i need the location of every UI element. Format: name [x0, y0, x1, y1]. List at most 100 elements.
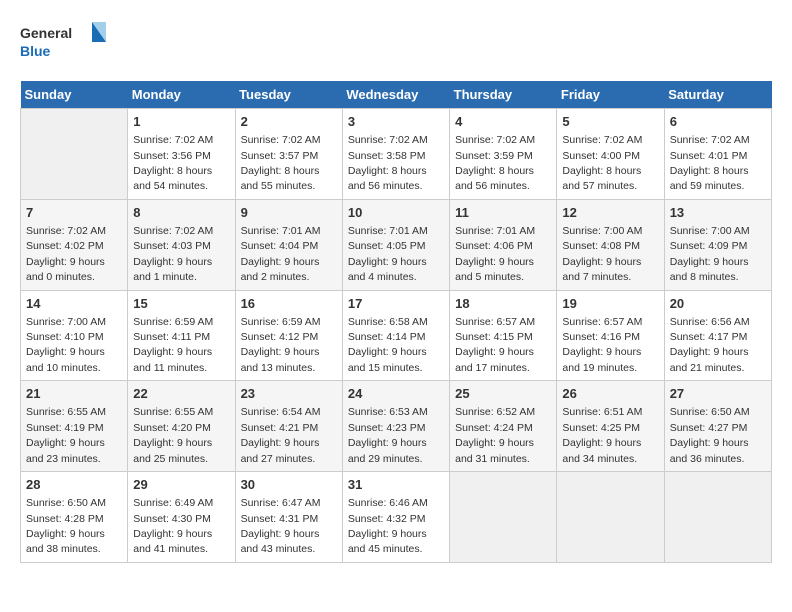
calendar-cell: 28 Sunrise: 6:50 AMSunset: 4:28 PMDaylig…	[21, 472, 128, 563]
day-info: Sunrise: 7:01 AMSunset: 4:06 PMDaylight:…	[455, 225, 535, 283]
day-number: 24	[348, 385, 444, 403]
weekday-header-friday: Friday	[557, 81, 664, 109]
calendar-cell: 22 Sunrise: 6:55 AMSunset: 4:20 PMDaylig…	[128, 381, 235, 472]
calendar-cell	[557, 472, 664, 563]
day-info: Sunrise: 7:00 AMSunset: 4:10 PMDaylight:…	[26, 316, 106, 374]
calendar-week-row: 7 Sunrise: 7:02 AMSunset: 4:02 PMDayligh…	[21, 199, 772, 290]
day-number: 30	[241, 476, 337, 494]
weekday-header-sunday: Sunday	[21, 81, 128, 109]
calendar-cell: 23 Sunrise: 6:54 AMSunset: 4:21 PMDaylig…	[235, 381, 342, 472]
day-info: Sunrise: 6:56 AMSunset: 4:17 PMDaylight:…	[670, 316, 750, 374]
day-info: Sunrise: 6:55 AMSunset: 4:19 PMDaylight:…	[26, 406, 106, 464]
calendar-cell: 10 Sunrise: 7:01 AMSunset: 4:05 PMDaylig…	[342, 199, 449, 290]
calendar-cell: 9 Sunrise: 7:01 AMSunset: 4:04 PMDayligh…	[235, 199, 342, 290]
calendar-cell: 4 Sunrise: 7:02 AMSunset: 3:59 PMDayligh…	[450, 109, 557, 200]
day-number: 11	[455, 204, 551, 222]
day-info: Sunrise: 7:02 AMSunset: 4:03 PMDaylight:…	[133, 225, 213, 283]
day-number: 4	[455, 113, 551, 131]
day-number: 26	[562, 385, 658, 403]
day-info: Sunrise: 7:01 AMSunset: 4:04 PMDaylight:…	[241, 225, 321, 283]
calendar-cell: 30 Sunrise: 6:47 AMSunset: 4:31 PMDaylig…	[235, 472, 342, 563]
day-info: Sunrise: 6:47 AMSunset: 4:31 PMDaylight:…	[241, 497, 321, 555]
calendar-cell: 14 Sunrise: 7:00 AMSunset: 4:10 PMDaylig…	[21, 290, 128, 381]
day-number: 2	[241, 113, 337, 131]
day-info: Sunrise: 7:00 AMSunset: 4:09 PMDaylight:…	[670, 225, 750, 283]
calendar-cell: 21 Sunrise: 6:55 AMSunset: 4:19 PMDaylig…	[21, 381, 128, 472]
calendar-cell: 5 Sunrise: 7:02 AMSunset: 4:00 PMDayligh…	[557, 109, 664, 200]
calendar-cell	[21, 109, 128, 200]
calendar-cell: 3 Sunrise: 7:02 AMSunset: 3:58 PMDayligh…	[342, 109, 449, 200]
calendar-week-row: 21 Sunrise: 6:55 AMSunset: 4:19 PMDaylig…	[21, 381, 772, 472]
header: General Blue	[20, 20, 772, 65]
day-number: 28	[26, 476, 122, 494]
day-number: 7	[26, 204, 122, 222]
day-number: 31	[348, 476, 444, 494]
day-number: 12	[562, 204, 658, 222]
weekday-header-thursday: Thursday	[450, 81, 557, 109]
calendar-week-row: 28 Sunrise: 6:50 AMSunset: 4:28 PMDaylig…	[21, 472, 772, 563]
calendar-week-row: 1 Sunrise: 7:02 AMSunset: 3:56 PMDayligh…	[21, 109, 772, 200]
calendar-cell: 29 Sunrise: 6:49 AMSunset: 4:30 PMDaylig…	[128, 472, 235, 563]
day-number: 14	[26, 295, 122, 313]
day-number: 25	[455, 385, 551, 403]
calendar-cell: 15 Sunrise: 6:59 AMSunset: 4:11 PMDaylig…	[128, 290, 235, 381]
day-number: 17	[348, 295, 444, 313]
svg-text:General: General	[20, 25, 72, 41]
calendar-cell: 11 Sunrise: 7:01 AMSunset: 4:06 PMDaylig…	[450, 199, 557, 290]
day-info: Sunrise: 7:02 AMSunset: 4:00 PMDaylight:…	[562, 134, 642, 192]
calendar-cell: 6 Sunrise: 7:02 AMSunset: 4:01 PMDayligh…	[664, 109, 771, 200]
svg-text:Blue: Blue	[20, 43, 51, 59]
day-info: Sunrise: 6:46 AMSunset: 4:32 PMDaylight:…	[348, 497, 428, 555]
day-number: 27	[670, 385, 766, 403]
calendar-cell: 27 Sunrise: 6:50 AMSunset: 4:27 PMDaylig…	[664, 381, 771, 472]
day-number: 13	[670, 204, 766, 222]
day-info: Sunrise: 7:02 AMSunset: 3:58 PMDaylight:…	[348, 134, 428, 192]
calendar-cell: 20 Sunrise: 6:56 AMSunset: 4:17 PMDaylig…	[664, 290, 771, 381]
calendar-week-row: 14 Sunrise: 7:00 AMSunset: 4:10 PMDaylig…	[21, 290, 772, 381]
day-info: Sunrise: 7:02 AMSunset: 3:56 PMDaylight:…	[133, 134, 213, 192]
day-info: Sunrise: 6:57 AMSunset: 4:16 PMDaylight:…	[562, 316, 642, 374]
day-number: 6	[670, 113, 766, 131]
calendar-cell: 16 Sunrise: 6:59 AMSunset: 4:12 PMDaylig…	[235, 290, 342, 381]
calendar-cell: 31 Sunrise: 6:46 AMSunset: 4:32 PMDaylig…	[342, 472, 449, 563]
day-number: 29	[133, 476, 229, 494]
day-number: 8	[133, 204, 229, 222]
calendar-cell: 24 Sunrise: 6:53 AMSunset: 4:23 PMDaylig…	[342, 381, 449, 472]
day-number: 1	[133, 113, 229, 131]
day-info: Sunrise: 6:49 AMSunset: 4:30 PMDaylight:…	[133, 497, 213, 555]
calendar-cell: 18 Sunrise: 6:57 AMSunset: 4:15 PMDaylig…	[450, 290, 557, 381]
day-number: 15	[133, 295, 229, 313]
day-info: Sunrise: 6:50 AMSunset: 4:28 PMDaylight:…	[26, 497, 106, 555]
logo-svg: General Blue	[20, 20, 110, 65]
day-info: Sunrise: 7:02 AMSunset: 4:01 PMDaylight:…	[670, 134, 750, 192]
day-number: 18	[455, 295, 551, 313]
day-info: Sunrise: 7:02 AMSunset: 4:02 PMDaylight:…	[26, 225, 106, 283]
day-info: Sunrise: 6:57 AMSunset: 4:15 PMDaylight:…	[455, 316, 535, 374]
day-number: 22	[133, 385, 229, 403]
calendar-cell: 25 Sunrise: 6:52 AMSunset: 4:24 PMDaylig…	[450, 381, 557, 472]
weekday-header-wednesday: Wednesday	[342, 81, 449, 109]
day-info: Sunrise: 6:58 AMSunset: 4:14 PMDaylight:…	[348, 316, 428, 374]
calendar-cell: 19 Sunrise: 6:57 AMSunset: 4:16 PMDaylig…	[557, 290, 664, 381]
calendar-table: SundayMondayTuesdayWednesdayThursdayFrid…	[20, 81, 772, 563]
calendar-cell: 7 Sunrise: 7:02 AMSunset: 4:02 PMDayligh…	[21, 199, 128, 290]
calendar-cell: 2 Sunrise: 7:02 AMSunset: 3:57 PMDayligh…	[235, 109, 342, 200]
calendar-cell: 26 Sunrise: 6:51 AMSunset: 4:25 PMDaylig…	[557, 381, 664, 472]
day-number: 3	[348, 113, 444, 131]
calendar-cell: 12 Sunrise: 7:00 AMSunset: 4:08 PMDaylig…	[557, 199, 664, 290]
day-info: Sunrise: 6:50 AMSunset: 4:27 PMDaylight:…	[670, 406, 750, 464]
calendar-cell: 13 Sunrise: 7:00 AMSunset: 4:09 PMDaylig…	[664, 199, 771, 290]
day-number: 21	[26, 385, 122, 403]
day-info: Sunrise: 6:53 AMSunset: 4:23 PMDaylight:…	[348, 406, 428, 464]
day-info: Sunrise: 7:01 AMSunset: 4:05 PMDaylight:…	[348, 225, 428, 283]
day-info: Sunrise: 6:55 AMSunset: 4:20 PMDaylight:…	[133, 406, 213, 464]
weekday-header-monday: Monday	[128, 81, 235, 109]
weekday-header-tuesday: Tuesday	[235, 81, 342, 109]
calendar-cell: 17 Sunrise: 6:58 AMSunset: 4:14 PMDaylig…	[342, 290, 449, 381]
weekday-header-row: SundayMondayTuesdayWednesdayThursdayFrid…	[21, 81, 772, 109]
day-number: 5	[562, 113, 658, 131]
calendar-cell: 8 Sunrise: 7:02 AMSunset: 4:03 PMDayligh…	[128, 199, 235, 290]
day-number: 10	[348, 204, 444, 222]
day-info: Sunrise: 7:02 AMSunset: 3:57 PMDaylight:…	[241, 134, 321, 192]
logo: General Blue	[20, 20, 110, 65]
